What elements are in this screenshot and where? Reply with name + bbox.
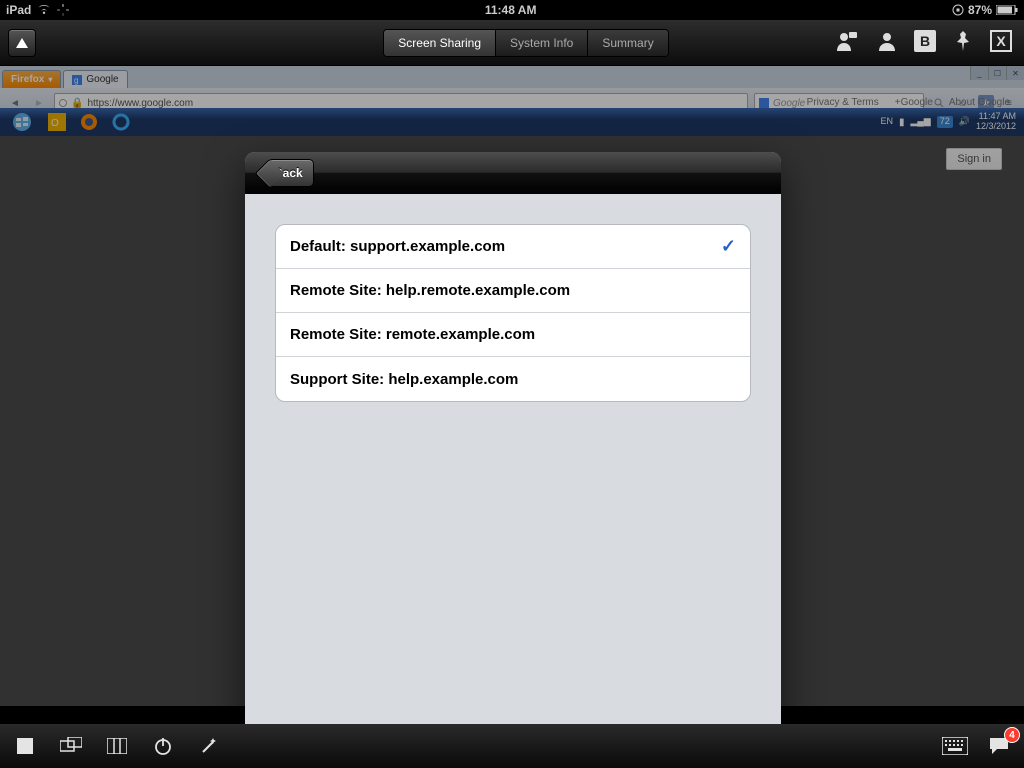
back-button[interactable]: Back	[267, 159, 314, 187]
screens-icon[interactable]	[58, 733, 84, 759]
site-row-remote[interactable]: Remote Site: remote.example.com	[276, 313, 750, 357]
ios-status-bar: iPad 11:48 AM 87%	[0, 0, 1024, 20]
wand-icon[interactable]	[196, 733, 222, 759]
battery-icon	[996, 5, 1018, 15]
power-icon[interactable]	[150, 733, 176, 759]
remote-screen-area: Firefox▾ g Google _ ☐ ✕ ◄ ► 🔒 https://ww…	[0, 66, 1024, 706]
device-label: iPad	[6, 3, 31, 17]
loading-spinner-icon	[57, 4, 69, 16]
site-selection-modal: Back Default: support.example.com ✓ Remo…	[245, 152, 781, 766]
site-list: Default: support.example.com ✓ Remote Si…	[275, 224, 751, 402]
checkmark-icon: ✓	[721, 236, 736, 257]
bold-b-button[interactable]: B	[914, 30, 936, 52]
orientation-lock-icon	[952, 4, 964, 16]
app-bottom-toolbar	[0, 724, 1024, 768]
view-segmented-control: Screen Sharing System Info Summary	[383, 29, 668, 57]
tab-summary[interactable]: Summary	[588, 30, 667, 56]
person-icon[interactable]	[874, 28, 900, 54]
status-time: 11:48 AM	[69, 3, 952, 17]
site-row-label: Remote Site: help.remote.example.com	[290, 282, 570, 299]
site-row-label: Remote Site: remote.example.com	[290, 326, 535, 343]
stop-icon[interactable]	[12, 733, 38, 759]
menu-button[interactable]	[8, 29, 36, 57]
site-row-default[interactable]: Default: support.example.com ✓	[276, 225, 750, 269]
site-row-label: Support Site: help.example.com	[290, 371, 518, 388]
person-tag-icon[interactable]	[834, 28, 860, 54]
close-x-button[interactable]: X	[990, 30, 1012, 52]
keyboard-icon[interactable]	[942, 733, 968, 759]
site-row-remote-help[interactable]: Remote Site: help.remote.example.com	[276, 269, 750, 313]
battery-percent: 87%	[968, 3, 992, 17]
site-row-support-help[interactable]: Support Site: help.example.com	[276, 357, 750, 401]
site-row-label: Default: support.example.com	[290, 238, 505, 255]
columns-icon[interactable]	[104, 733, 130, 759]
modal-header: Back	[245, 152, 781, 194]
tab-screen-sharing[interactable]: Screen Sharing	[384, 30, 496, 56]
tab-system-info[interactable]: System Info	[496, 30, 588, 56]
pin-icon[interactable]	[950, 28, 976, 54]
chat-icon[interactable]	[986, 733, 1012, 759]
app-top-toolbar: Screen Sharing System Info Summary B X	[0, 20, 1024, 66]
wifi-icon	[37, 5, 51, 15]
